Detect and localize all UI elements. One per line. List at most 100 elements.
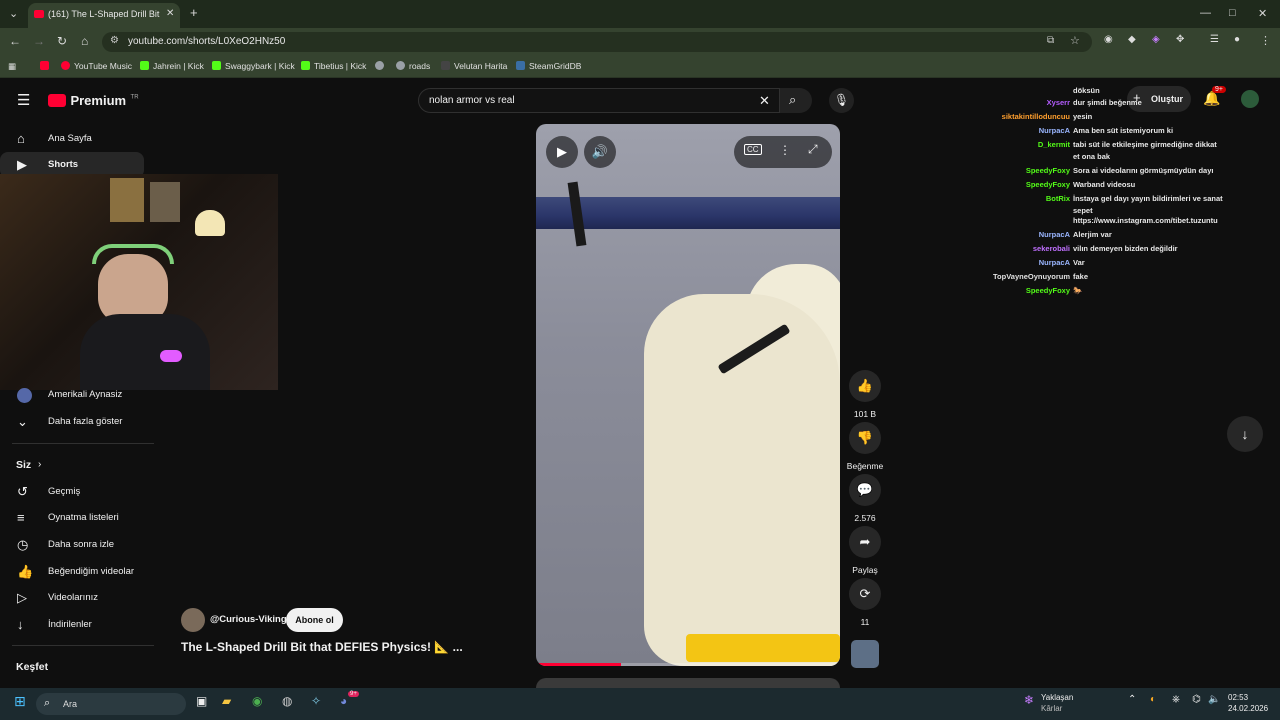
extensions-puzzle-icon[interactable]: ✥ xyxy=(1176,34,1184,45)
youtube-page: ☰ Premium TR nolan armor vs real ✕ ⌕ 🎙 ⌂… xyxy=(0,78,1280,688)
short-video-player[interactable]: ▶ 🔊 CC ⋮ ⤢ xyxy=(536,124,840,666)
sound-thumbnail[interactable] xyxy=(851,640,879,668)
clock-time[interactable]: 02:53 xyxy=(1228,693,1248,702)
more-options-icon[interactable]: ⋮ xyxy=(779,143,791,157)
volume-icon[interactable]: 🔈 xyxy=(1208,694,1220,705)
search-value: nolan armor vs real xyxy=(429,95,515,106)
windows-start-icon[interactable]: ⊞ xyxy=(14,693,26,710)
sidebar-item-downloads[interactable]: ↓ İndirilenler xyxy=(0,612,150,638)
subscribe-button[interactable]: Abone ol xyxy=(286,608,343,632)
bookmark-youtube[interactable] xyxy=(40,61,53,71)
weather-icon[interactable]: ❄ xyxy=(1024,693,1034,707)
chat-username[interactable]: SpeedyFoxy xyxy=(990,286,1070,295)
app-2-icon[interactable]: ✧ xyxy=(311,694,321,708)
channel-avatar[interactable] xyxy=(181,608,205,632)
tray-mic-icon[interactable]: ⎈ xyxy=(1172,694,1180,705)
sidebar-item-history[interactable]: ↺ Geçmiş xyxy=(0,479,150,505)
bookmark-roads[interactable]: roads xyxy=(396,61,430,71)
maximize-button[interactable]: □ xyxy=(1229,7,1236,19)
bookmark-jahrein[interactable]: Jahrein | Kick xyxy=(140,61,204,71)
chat-username[interactable]: NurpacA xyxy=(990,126,1070,135)
tray-app-icon[interactable]: ◐ xyxy=(1150,694,1156,705)
sidebar-you-header[interactable]: Siz › xyxy=(0,452,150,478)
chat-username[interactable]: SpeedyFoxy xyxy=(990,180,1070,189)
bookmark-star-icon[interactable]: ☆ xyxy=(1070,34,1080,47)
short-title[interactable]: The L-Shaped Drill Bit that DEFIES Physi… xyxy=(181,640,463,654)
chat-username[interactable]: TopVayneOynuyorum xyxy=(990,272,1070,281)
apps-grid-icon[interactable]: ▦ xyxy=(8,61,16,72)
remix-button[interactable]: ⟳ 11 xyxy=(848,578,882,627)
profile-avatar-icon[interactable]: ● xyxy=(1234,34,1240,45)
sidebar-show-more[interactable]: ⌄ Daha fazla göster xyxy=(0,409,150,435)
task-view-icon[interactable]: ▣ xyxy=(196,694,207,708)
menu-kebab-icon[interactable]: ⋮ xyxy=(1260,34,1271,47)
hamburger-menu-icon[interactable]: ☰ xyxy=(17,91,30,109)
discord-icon[interactable]: ◕ xyxy=(340,694,347,708)
sidebar-item-liked[interactable]: 👍 Beğendiğim videolar xyxy=(0,559,150,585)
bookmark-velutan[interactable]: Velutan Harita xyxy=(441,61,507,71)
search-button[interactable]: ⌕ xyxy=(780,88,812,113)
forward-arrow-icon[interactable]: → xyxy=(33,34,45,48)
new-tab-button[interactable]: + xyxy=(190,5,198,20)
home-icon[interactable]: ⌂ xyxy=(81,34,88,48)
tab-close-icon[interactable]: ✕ xyxy=(166,8,174,19)
comments-button[interactable]: 💬 2.576 xyxy=(848,474,882,523)
play-button[interactable]: ▶ xyxy=(546,136,578,168)
account-avatar[interactable] xyxy=(1241,90,1259,108)
bookmark-youtube-music[interactable]: YouTube Music xyxy=(61,61,132,71)
sidebar-item-subscription[interactable]: Amerikali Aynasiz xyxy=(0,382,150,408)
dislike-button[interactable]: 👎 Beğenme xyxy=(845,422,885,471)
sidebar-item-playlists[interactable]: ≡ Oynatma listeleri xyxy=(0,505,150,531)
address-bar[interactable]: ⚙ youtube.com/shorts/L0XeO2HNz50 ⧉ ☆ xyxy=(102,32,1092,52)
install-app-icon[interactable]: ⧉ xyxy=(1047,35,1054,46)
tab-list-icon[interactable]: ⌄ xyxy=(9,7,18,20)
tray-chevron-icon[interactable]: ⌃ xyxy=(1128,694,1136,705)
chat-username[interactable]: NurpacA xyxy=(990,258,1070,267)
sidebar-item-your-videos[interactable]: ▷ Videolarınız xyxy=(0,585,150,611)
sidebar-item-watch-later[interactable]: ◷ Daha sonra izle xyxy=(0,532,150,558)
share-button[interactable]: ➦ Paylaş xyxy=(848,526,882,575)
like-button[interactable]: 👍 101 B xyxy=(848,370,882,419)
extension-icon[interactable]: ◉ xyxy=(1104,34,1113,45)
clock-date[interactable]: 24.02.2026 xyxy=(1228,704,1268,713)
bookmark-tibetius[interactable]: Tibetius | Kick xyxy=(301,61,366,71)
volume-button[interactable]: 🔊 xyxy=(584,136,616,168)
chat-username[interactable]: siktakintilloduncuu xyxy=(990,112,1070,121)
next-short-preview[interactable] xyxy=(536,678,840,688)
browser-tab[interactable]: (161) The L-Shaped Drill Bit that DEFIES… xyxy=(28,3,180,28)
minimize-button[interactable]: — xyxy=(1200,7,1211,19)
voice-search-button[interactable]: 🎙 xyxy=(829,88,854,113)
chat-username[interactable]: SpeedyFoxy xyxy=(990,166,1070,175)
next-short-button[interactable]: ↓ xyxy=(1227,416,1263,452)
chat-username[interactable]: NurpacA xyxy=(990,230,1070,239)
chat-username[interactable]: BotRix xyxy=(990,194,1070,203)
channel-name[interactable]: @Curious-Viking xyxy=(210,614,287,625)
file-explorer-icon[interactable]: ▰ xyxy=(222,694,231,708)
chrome-icon[interactable]: ◉ xyxy=(252,694,262,708)
taskbar-search[interactable]: ⌕ Ara xyxy=(36,693,186,715)
site-info-icon[interactable]: ⚙ xyxy=(110,35,119,46)
close-window-button[interactable]: ✕ xyxy=(1258,7,1267,20)
bookmark-swaggybark[interactable]: Swaggybark | Kick xyxy=(212,61,295,71)
back-arrow-icon[interactable]: ← xyxy=(9,34,21,48)
reading-list-icon[interactable]: ☰ xyxy=(1210,34,1219,45)
youtube-logo[interactable]: Premium TR xyxy=(48,92,139,110)
velutan-icon xyxy=(441,61,450,70)
app-icon[interactable]: ◍ xyxy=(282,694,292,708)
bookmark-globe[interactable] xyxy=(375,61,388,71)
divider xyxy=(12,645,154,646)
chat-username[interactable]: sekerobali xyxy=(990,244,1070,253)
bookmark-steamgriddb[interactable]: SteamGridDB xyxy=(516,61,581,71)
search-input[interactable]: nolan armor vs real ✕ xyxy=(418,88,780,113)
network-icon[interactable]: ⌬ xyxy=(1192,694,1201,705)
extension-3-icon[interactable]: ◈ xyxy=(1152,34,1160,45)
captions-icon[interactable]: CC xyxy=(744,144,762,155)
reload-icon[interactable]: ↻ xyxy=(57,34,67,48)
extension-2-icon[interactable]: ◆ xyxy=(1128,34,1136,45)
fullscreen-icon[interactable]: ⤢ xyxy=(808,142,818,157)
video-progress-bar[interactable] xyxy=(536,663,840,666)
chat-username[interactable]: D_kermit xyxy=(990,140,1070,149)
clear-search-icon[interactable]: ✕ xyxy=(759,93,770,109)
sidebar-item-home[interactable]: ⌂ Ana Sayfa xyxy=(0,126,150,152)
chat-username[interactable]: Xyserr xyxy=(990,98,1070,107)
